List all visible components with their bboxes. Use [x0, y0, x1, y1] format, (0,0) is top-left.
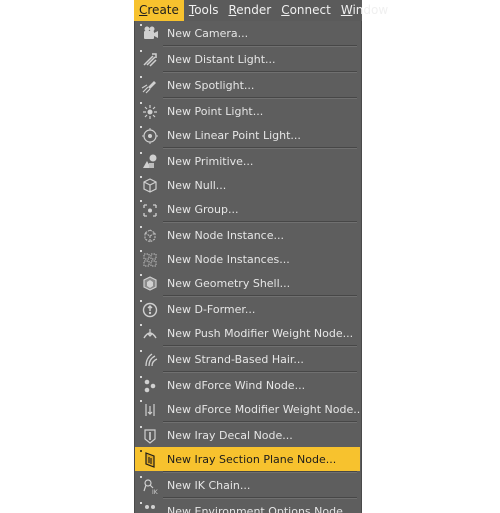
menu-create[interactable]: Create	[134, 0, 184, 21]
spotlight-icon	[135, 73, 163, 97]
menu-render-label: ender	[236, 3, 272, 17]
menu-item-new-node-instance[interactable]: New Node Instance...	[135, 223, 361, 247]
dforce-wind-icon	[135, 373, 163, 397]
menu-item-new-dforce-modifier-weight-node[interactable]: New dForce Modifier Weight Node...	[135, 397, 361, 421]
primitive-icon	[135, 149, 163, 173]
menu-item-new-camera[interactable]: New Camera...	[135, 21, 361, 45]
menu-item-label: New Node Instance...	[167, 228, 284, 242]
menu-item-label: New dForce Wind Node...	[167, 378, 306, 392]
menu-window[interactable]: Window	[336, 0, 393, 21]
menu-tools-label: ools	[194, 3, 219, 17]
linear-point-light-icon	[135, 123, 163, 147]
menu-item-label: New Environment Options Node...	[167, 504, 354, 513]
menu-item-label: New Distant Light...	[167, 52, 276, 66]
menu-item-new-primitive[interactable]: New Primitive...	[135, 149, 361, 173]
distant-light-icon	[135, 47, 163, 71]
menu-item-label: New Point Light...	[167, 104, 264, 118]
strand-hair-icon	[135, 347, 163, 371]
menu-item-label: New Strand-Based Hair...	[167, 352, 304, 366]
menu-window-label: indow	[352, 3, 389, 17]
menu-item-new-dforce-wind-node[interactable]: New dForce Wind Node...	[135, 373, 361, 397]
d-former-icon	[135, 297, 163, 321]
node-instances-icon	[135, 247, 163, 271]
menu-item-new-point-light[interactable]: New Point Light...	[135, 99, 361, 123]
menu-item-label: New Node Instances...	[167, 252, 290, 266]
iray-decal-icon	[135, 423, 163, 447]
menu-connect-label: onnect	[289, 3, 331, 17]
menu-item-label: New Iray Section Plane Node...	[167, 452, 337, 466]
menu-connect-mnemonic: C	[281, 3, 290, 17]
iray-section-plane-icon	[135, 447, 163, 471]
menu-item-new-group[interactable]: New Group...	[135, 197, 361, 221]
menu-item-new-environment-options-node[interactable]: New Environment Options Node...	[135, 499, 361, 513]
null-icon	[135, 173, 163, 197]
menu-item-label: New Null...	[167, 178, 227, 192]
menu-item-label: New Geometry Shell...	[167, 276, 291, 290]
svg-text:IK: IK	[152, 489, 159, 495]
menu-item-new-iray-section-plane-node[interactable]: New Iray Section Plane Node...	[135, 447, 360, 471]
menu-create-label: reate	[147, 3, 179, 17]
menu-item-new-iray-decal-node[interactable]: New Iray Decal Node...	[135, 423, 361, 447]
menu-item-label: New Camera...	[167, 26, 249, 40]
menu-item-label: New Iray Decal Node...	[167, 428, 293, 442]
menu-item-new-geometry-shell[interactable]: New Geometry Shell...	[135, 271, 361, 295]
group-icon	[135, 197, 163, 221]
menu-item-label: New D-Former...	[167, 302, 256, 316]
menu-item-new-null[interactable]: New Null...	[135, 173, 361, 197]
menu-tools[interactable]: Tools	[184, 0, 224, 21]
menu-connect[interactable]: Connect	[276, 0, 336, 21]
menu-item-new-spotlight[interactable]: New Spotlight...	[135, 73, 361, 97]
menu-item-new-node-instances[interactable]: New Node Instances...	[135, 247, 361, 271]
create-menu-dropdown: New Camera... New Distant Light... New S…	[134, 21, 362, 513]
node-instance-icon	[135, 223, 163, 247]
camera-icon	[135, 21, 163, 45]
point-light-icon	[135, 99, 163, 123]
menu-item-new-strand-based-hair[interactable]: New Strand-Based Hair...	[135, 347, 361, 371]
menu-window-mnemonic: W	[340, 3, 353, 17]
menu-item-new-ik-chain[interactable]: IK New IK Chain...	[135, 473, 361, 497]
menu-render[interactable]: Render	[223, 0, 276, 21]
menu-item-label: New dForce Modifier Weight Node...	[167, 402, 362, 416]
environment-options-icon	[135, 499, 163, 513]
ik-chain-icon: IK	[135, 473, 163, 497]
menu-item-new-push-modifier-weight-node[interactable]: New Push Modifier Weight Node...	[135, 321, 361, 345]
menu-item-new-distant-light[interactable]: New Distant Light...	[135, 47, 361, 71]
geometry-shell-icon	[135, 271, 163, 295]
menu-item-label: New Group...	[167, 202, 239, 216]
menu-item-label: New Push Modifier Weight Node...	[167, 326, 354, 340]
menu-bar: Create Tools Render Connect Window	[134, 0, 388, 21]
push-modifier-icon	[135, 321, 163, 345]
menu-item-label: New Primitive...	[167, 154, 254, 168]
menu-item-new-linear-point-light[interactable]: New Linear Point Light...	[135, 123, 361, 147]
menu-item-label: New Spotlight...	[167, 78, 255, 92]
menu-item-label: New Linear Point Light...	[167, 128, 301, 142]
menu-item-new-d-former[interactable]: New D-Former...	[135, 297, 361, 321]
menu-item-label: New IK Chain...	[167, 478, 251, 492]
dforce-modifier-icon	[135, 397, 163, 421]
